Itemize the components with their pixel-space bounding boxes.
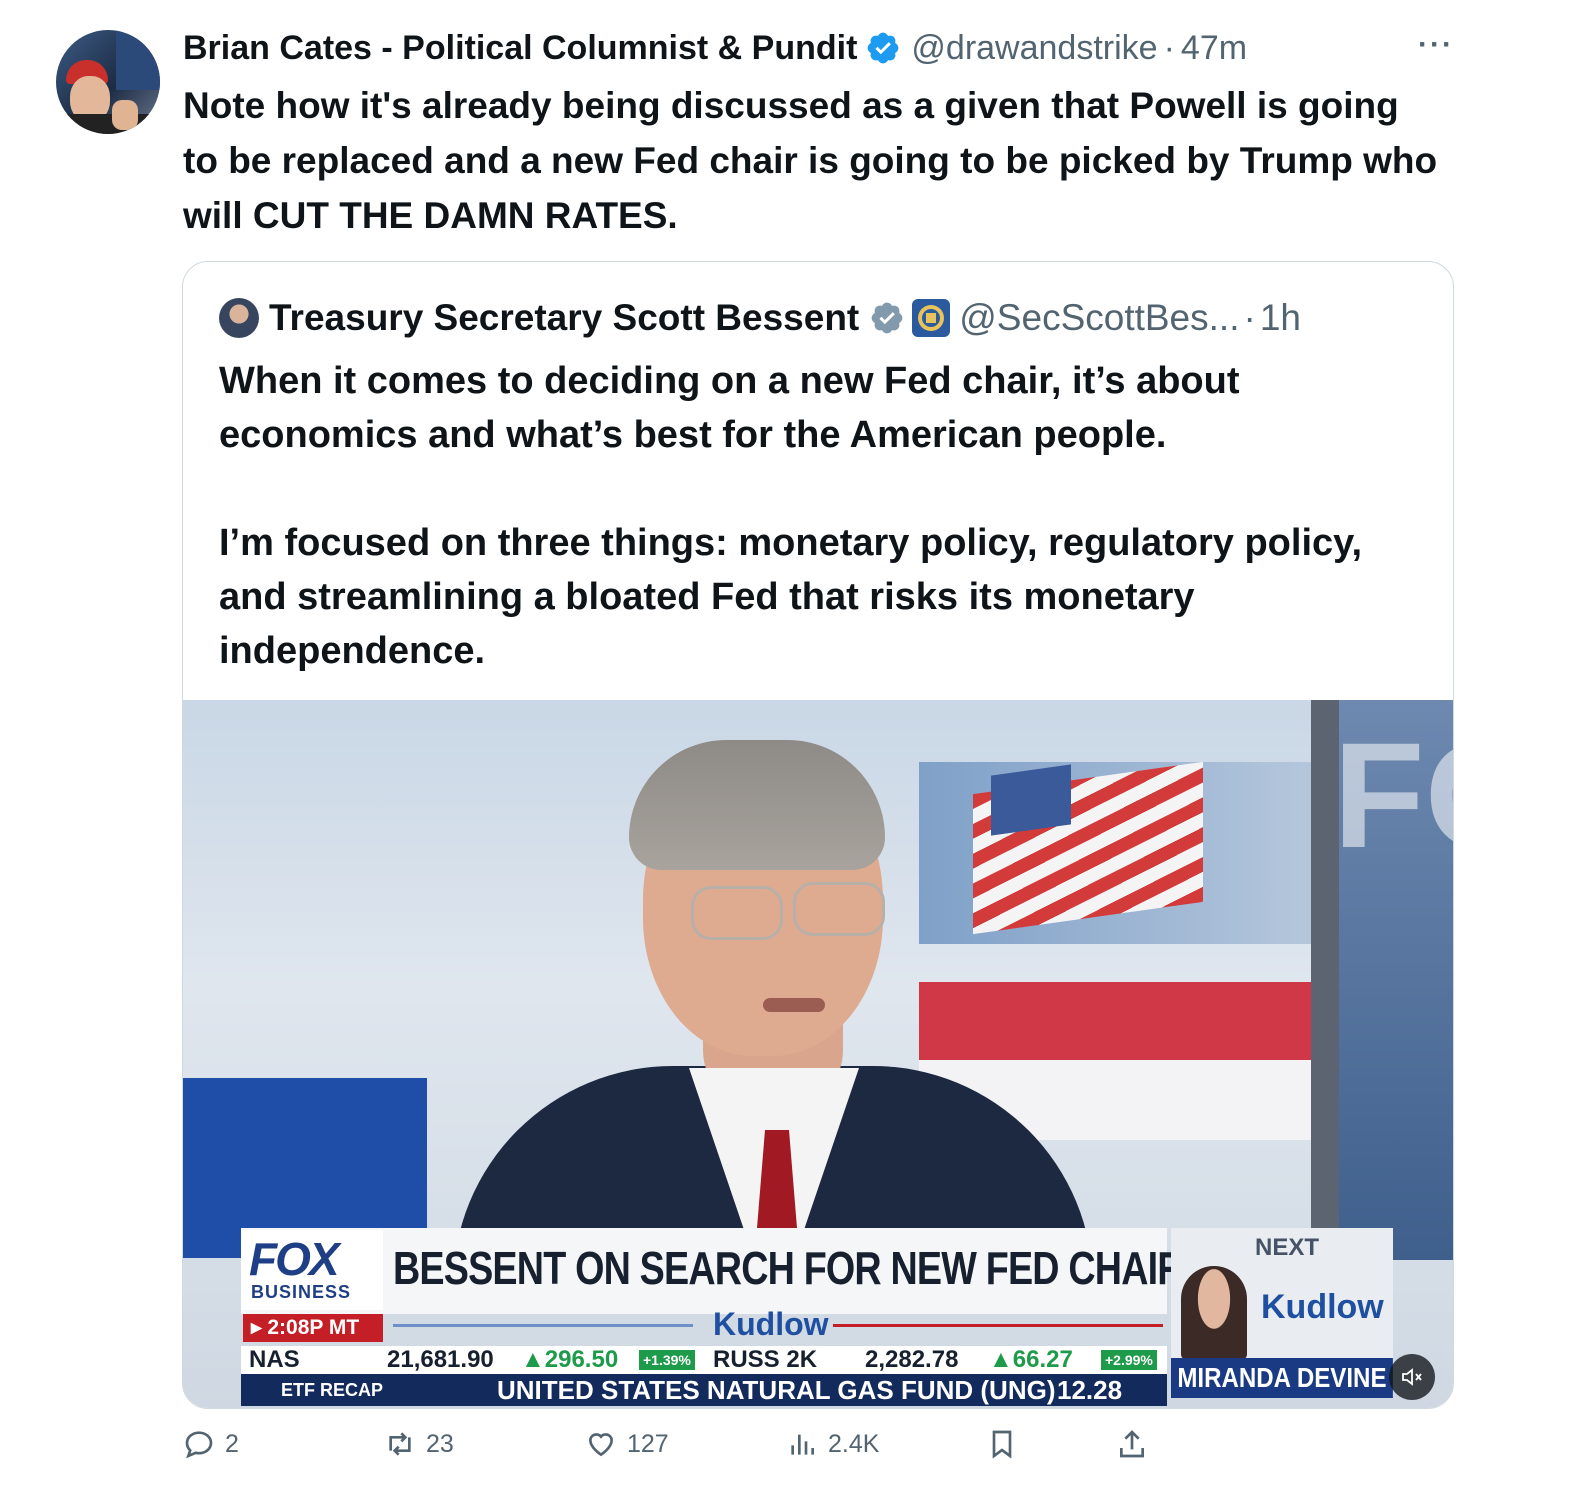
author-avatar[interactable] [56, 30, 160, 134]
ticker-label: ETF RECAP [281, 1380, 384, 1400]
quoted-author-name: Treasury Secretary Scott Bessent [269, 297, 860, 338]
mute-button[interactable] [1389, 1354, 1435, 1400]
ticker-percent: +2.99% [1101, 1350, 1157, 1370]
etf-ticker: ETF RECAP UNITED STATES NATURAL GAS FUND… [241, 1374, 1167, 1406]
treasury-seal-icon [912, 299, 951, 337]
separator-dot: · [1163, 29, 1175, 67]
quoted-timestamp: 1h [1259, 297, 1301, 338]
market-ticker: NAS 21,681.90 ▲296.50 +1.39% RUSS 2K 2,2… [241, 1346, 1167, 1374]
chyron-headline: BESSENT ON SEARCH FOR NEW FED CHAIR [393, 1242, 1185, 1294]
chyron-divider [393, 1324, 693, 1327]
quoted-header: Treasury Secretary Scott Bessent @SecSco… [219, 296, 1301, 340]
speaker-mouth [763, 998, 825, 1012]
like-count: 127 [627, 1429, 669, 1458]
separator-dot: · [1243, 297, 1256, 338]
ticker-percent: +1.39% [639, 1350, 695, 1370]
reply-button[interactable]: 2 [183, 1428, 239, 1460]
guest-name: MIRANDA DEVINE [1171, 1358, 1393, 1398]
quoted-paragraph: When it comes to deciding on a new Fed c… [219, 360, 1240, 456]
next-label: NEXT [1255, 1234, 1320, 1261]
ticker-change: ▲296.50 [521, 1346, 619, 1373]
bookmark-button[interactable] [986, 1428, 1028, 1460]
tweet-header: Brian Cates - Political Columnist & Pund… [183, 26, 1247, 70]
views-button[interactable]: 2.4K [786, 1428, 879, 1460]
quoted-tweet[interactable]: Treasury Secretary Scott Bessent @SecSco… [182, 261, 1454, 1409]
show-name: Kudlow [713, 1306, 829, 1342]
more-options-icon[interactable]: ··· [1418, 28, 1454, 62]
network-logo-subtext: BUSINESS [251, 1282, 352, 1302]
studio-red-bar [919, 982, 1319, 1060]
quoted-text: When it comes to deciding on a new Fed c… [219, 354, 1419, 678]
chyron-divider [833, 1324, 1163, 1327]
network-logo-text: FOX [249, 1233, 340, 1285]
speaker-muted-icon [1402, 1368, 1422, 1386]
author-handle[interactable]: @drawandstrike [911, 26, 1157, 70]
next-show-name: Kudlow [1261, 1288, 1384, 1326]
like-button[interactable]: 127 [585, 1428, 669, 1460]
ticker-index: NAS [249, 1346, 300, 1373]
speaker-glasses [793, 882, 885, 936]
video-player[interactable]: FO FOX BUSINESS ▸ 2:08P MT BESSENT ON SE… [183, 700, 1453, 1408]
repost-button[interactable]: 23 [384, 1428, 454, 1460]
studio-pillar [1311, 700, 1339, 1260]
ticker-value: 12.28 [1057, 1375, 1123, 1405]
share-icon [1120, 1430, 1144, 1458]
reply-count: 2 [225, 1429, 239, 1458]
verified-badge-icon [868, 32, 899, 64]
flag-canton [991, 764, 1071, 836]
author-name[interactable]: Brian Cates - Political Columnist & Pund… [183, 26, 857, 70]
fox-business-logo: FOX BUSINESS [241, 1230, 383, 1310]
quoted-paragraph: I’m focused on three things: monetary po… [219, 522, 1363, 672]
tweet-timestamp[interactable]: 47m [1181, 26, 1247, 70]
view-count: 2.4K [828, 1429, 880, 1458]
repost-count: 23 [426, 1429, 454, 1458]
heart-icon [588, 1433, 614, 1457]
share-button[interactable] [1116, 1428, 1158, 1460]
ticker-value: 2,282.78 [865, 1346, 959, 1373]
broadcast-time: ▸ 2:08P MT [243, 1314, 383, 1342]
speaker-glasses [691, 886, 783, 940]
bookmark-icon [992, 1430, 1012, 1459]
ticker-text: UNITED STATES NATURAL GAS FUND (UNG) [497, 1375, 1056, 1405]
tweet-actions: 2 23 127 2.4K [0, 1428, 1577, 1478]
up-next-panel: NEXT Kudlow MIRANDA DEVINE [1171, 1228, 1393, 1398]
speaker-hair [629, 740, 885, 870]
reply-icon [185, 1431, 213, 1459]
government-badge-icon [871, 302, 903, 334]
backdrop-logo-text: FO [1333, 711, 1453, 879]
quoted-author-avatar [219, 298, 259, 338]
ticker-value: 21,681.90 [387, 1346, 494, 1373]
repost-icon [389, 1432, 411, 1456]
quoted-author-handle: @SecScottBes... [959, 297, 1240, 338]
tweet-text: Note how it's already being discussed as… [183, 85, 1438, 236]
ticker-index: RUSS 2K [713, 1346, 818, 1373]
guest-photo [1181, 1266, 1247, 1360]
ticker-change: ▲66.27 [989, 1346, 1073, 1373]
views-chart-icon [791, 1434, 814, 1455]
